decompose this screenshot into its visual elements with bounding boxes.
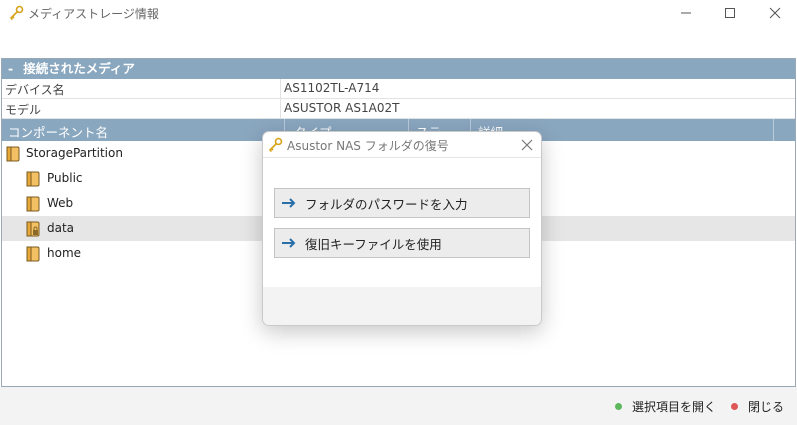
arrow-right-icon [282,238,296,248]
device-row: デバイス名 AS1102TL-A714 [2,79,795,99]
enter-password-button[interactable]: フォルダのパスワードを入力 [274,188,530,218]
tree-item-label: home [47,246,82,260]
window-title: メディアストレージ情報 [28,7,159,21]
dialog-footer [263,287,541,325]
folder-icon [26,246,40,262]
red-dot-icon [731,403,738,410]
close-window-button[interactable] [752,0,797,26]
collapse-toggle[interactable]: - [8,61,13,76]
tree-item-label: Web [47,196,74,210]
maximize-button[interactable] [707,0,753,26]
key-icon [268,137,283,153]
enter-password-label: フォルダのパスワードを入力 [305,196,468,212]
close-label: 閉じる [748,400,785,414]
maximize-icon [725,8,735,18]
tree-item-label: Public [47,171,83,185]
dialog-title-bar: Asustor NAS フォルダの復号 [263,132,541,158]
use-recovery-key-button[interactable]: 復旧キーファイルを使用 [274,228,530,258]
arrow-right-icon [282,198,296,208]
open-selected-label: 選択項目を開く [632,400,717,414]
folder-icon [26,171,40,187]
locked-folder-icon [26,221,40,237]
close-icon[interactable] [519,137,535,153]
open-selected-button[interactable]: 選択項目を開く [615,398,716,415]
divider [280,79,281,99]
device-label: デバイス名 [5,83,65,97]
close-icon [769,7,781,19]
dialog-body: フォルダのパスワードを入力 復旧キーファイルを使用 [263,159,541,287]
model-label: モデル [5,103,42,117]
tree-item-label: data [47,221,75,235]
use-recovery-key-label: 復旧キーファイルを使用 [305,236,442,252]
column-component[interactable]: コンポーネント名 [8,122,108,141]
section-header[interactable]: - 接続されたメディア [2,59,795,79]
divider [280,99,281,119]
decrypt-folder-dialog: Asustor NAS フォルダの復号 フォルダのパスワードを入力 復旧キーファ… [262,131,542,326]
footer-bar: 選択項目を開く 閉じる [0,387,797,425]
dialog-title: Asustor NAS フォルダの復号 [287,139,449,153]
close-button[interactable]: 閉じる [731,398,784,415]
model-row: モデル ASUSTOR AS1A02T [2,99,795,119]
title-bar: メディアストレージ情報 [0,0,797,26]
device-value: AS1102TL-A714 [284,81,380,95]
folder-icon [26,196,40,212]
section-title: 接続されたメディア [23,61,135,76]
tree-item-label: StoragePartition [26,146,123,160]
divider [773,119,774,141]
minimize-icon [681,12,691,14]
model-value: ASUSTOR AS1A02T [284,101,400,115]
key-icon [9,5,24,21]
green-dot-icon [615,403,622,410]
minimize-button[interactable] [663,0,709,26]
folder-icon [6,146,20,162]
